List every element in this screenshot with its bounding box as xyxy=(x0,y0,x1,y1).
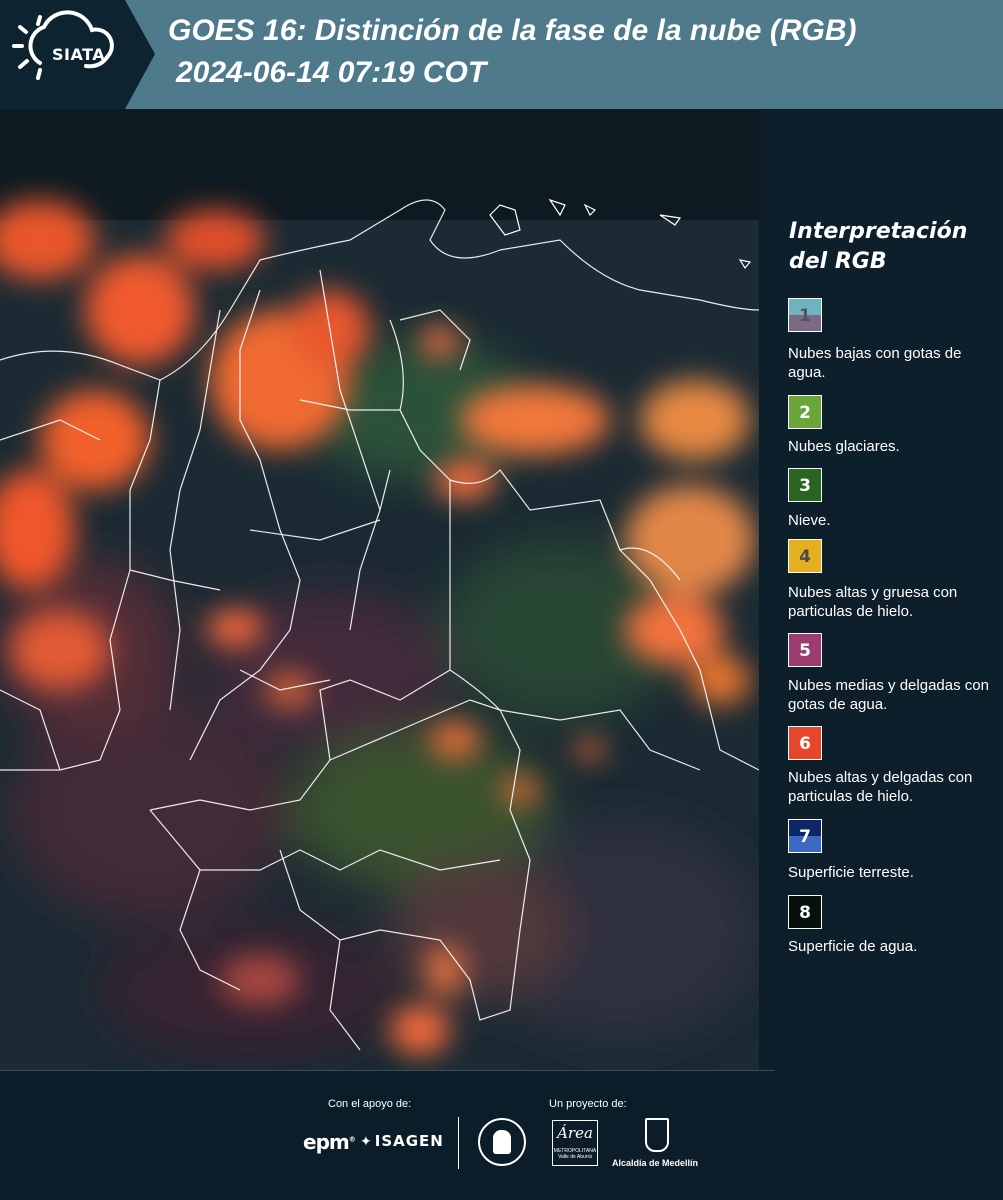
legend-label-3: Nieve. xyxy=(788,512,831,529)
legend-swatch-4: 4 xyxy=(788,539,822,573)
satellite-image xyxy=(0,110,759,1070)
legend-number-8: 8 xyxy=(799,903,811,923)
legend-swatch-8: 8 xyxy=(788,895,822,929)
siata-logo: SIATA xyxy=(0,0,155,109)
legend-swatch-2: 2 xyxy=(788,395,822,429)
alcaldia-logo-text: Alcaldía de Medellín xyxy=(612,1158,699,1168)
isagen-logo-text: ISAGEN xyxy=(374,1132,444,1150)
legend-label-8: Superficie de agua. xyxy=(788,938,918,955)
legend-label-4: Nubes altas y gruesa con particulas de h… xyxy=(788,584,958,620)
legend-label-7: Superficie terreste. xyxy=(788,864,914,881)
area-logo-text: Área xyxy=(557,1124,593,1142)
epm-logo: epm® xyxy=(303,1130,356,1154)
legend-title: Interpretación del RGB xyxy=(789,219,968,274)
support-caption: Con el apoyo de: xyxy=(328,1098,412,1110)
area-logo-subtext: METROPOLITANA Valle de Aburrá xyxy=(553,1148,597,1160)
seal-logo xyxy=(478,1118,526,1166)
area-metropolitana-logo: Área METROPOLITANA Valle de Aburrá xyxy=(552,1120,598,1166)
legend-label-6: Nubes altas y delgadas con particulas de… xyxy=(788,769,973,805)
legend-number-7: 7 xyxy=(799,827,811,847)
footer-divider-line xyxy=(0,1070,775,1071)
legend-swatch-1: 1 xyxy=(788,298,822,332)
legend-number-4: 4 xyxy=(799,547,811,567)
project-caption: Un proyecto de: xyxy=(549,1098,627,1110)
footer: Con el apoyo de: Un proyecto de: epm® ✦ I… xyxy=(0,1070,1003,1200)
isagen-logo: ✦ ISAGEN xyxy=(360,1132,444,1150)
page-timestamp: 2024-06-14 07:19 COT xyxy=(176,56,487,89)
isagen-mark-icon: ✦ xyxy=(360,1134,373,1150)
legend-label-5: Nubes medias y delgadas con gotas de agu… xyxy=(788,677,989,713)
epm-logo-text: epm xyxy=(303,1130,350,1154)
legend-number-5: 5 xyxy=(799,641,811,661)
legend-number-6: 6 xyxy=(799,734,811,754)
siata-logo-text: SIATA xyxy=(52,45,106,64)
page-title: GOES 16: Distinción de la fase de la nub… xyxy=(168,14,857,47)
legend-number-1: 1 xyxy=(799,306,811,326)
legend-number-3: 3 xyxy=(799,476,811,496)
legend-label-2: Nubes glaciares. xyxy=(788,438,900,455)
legend-number-2: 2 xyxy=(799,403,811,423)
legend-panel: Interpretación del RGB 1 Nubes bajas con… xyxy=(760,110,1003,1070)
alcaldia-shield-icon xyxy=(645,1118,669,1152)
legend-label-1: Nubes bajas con gotas de agua. xyxy=(788,345,962,381)
legend-swatch-6: 6 xyxy=(788,726,822,760)
legend-swatch-7: 7 xyxy=(788,819,822,853)
legend-swatch-5: 5 xyxy=(788,633,822,667)
header-bar: SIATA GOES 16: Distinción de la fase de … xyxy=(0,0,1003,109)
footer-logo-divider xyxy=(458,1117,459,1169)
legend-swatch-3: 3 xyxy=(788,468,822,502)
